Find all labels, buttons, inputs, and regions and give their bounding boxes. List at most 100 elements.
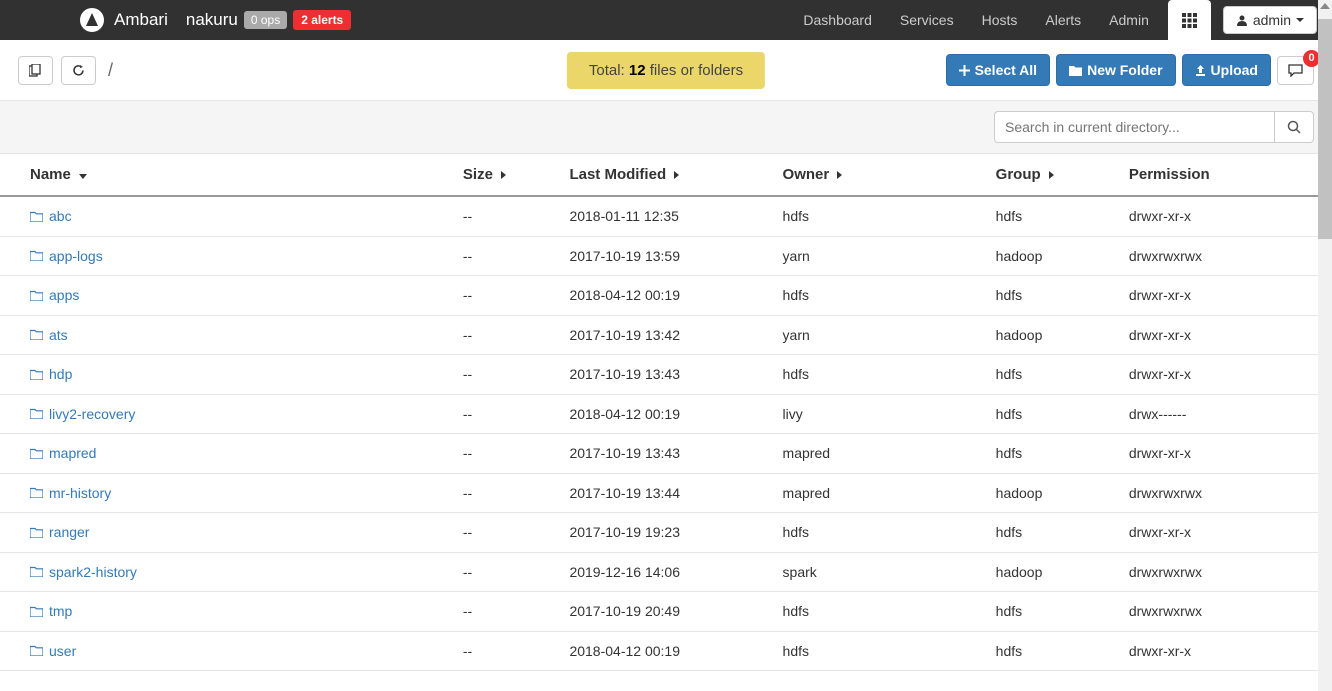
copy-button[interactable] [18,56,53,85]
folder-icon [30,408,43,419]
cell-permission: drwxr-xr-x [1119,513,1332,553]
table-row[interactable]: ats--2017-10-19 13:42yarnhadoopdrwxr-xr-… [0,315,1332,355]
table-row[interactable]: spark2-history--2019-12-16 14:06sparkhad… [0,552,1332,592]
alerts-badge[interactable]: 2 alerts [293,10,351,30]
file-name: mapred [49,445,96,461]
cell-owner: hdfs [773,355,986,395]
file-name: mr-history [49,485,111,501]
table-row[interactable]: app-logs--2017-10-19 13:59yarnhadoopdrwx… [0,236,1332,276]
file-name: apps [49,287,79,303]
cell-group: hadoop [986,315,1119,355]
nav-admin[interactable]: Admin [1096,2,1162,38]
folder-link[interactable]: mapred [30,445,96,461]
table-row[interactable]: ranger--2017-10-19 19:23hdfshdfsdrwxr-xr… [0,513,1332,553]
cell-size: -- [453,394,560,434]
file-name: abc [49,208,72,224]
folder-link[interactable]: ats [30,327,68,343]
table-row[interactable]: user--2018-04-12 00:19hdfshdfsdrwxr-xr-x [0,631,1332,671]
views-grid-button[interactable] [1168,0,1211,40]
nav-alerts[interactable]: Alerts [1032,2,1094,38]
table-row[interactable]: apps--2018-04-12 00:19hdfshdfsdrwxr-xr-x [0,276,1332,316]
cell-group: hdfs [986,631,1119,671]
folder-link[interactable]: tmp [30,603,72,619]
search-input[interactable] [994,111,1274,143]
cell-size: -- [453,276,560,316]
file-name: spark2-history [49,564,137,580]
refresh-button[interactable] [61,56,96,85]
cell-permission: drwx------ [1119,394,1332,434]
table-row[interactable]: mr-history--2017-10-19 13:44mapredhadoop… [0,473,1332,513]
ambari-logo-icon [80,8,104,32]
table-row[interactable]: abc--2018-01-11 12:35hdfshdfsdrwxr-xr-x [0,196,1332,236]
new-folder-button[interactable]: New Folder [1056,54,1175,86]
cell-modified: 2019-12-16 14:06 [559,552,772,592]
folder-link[interactable]: mr-history [30,485,111,501]
file-name: hdp [49,366,72,382]
cell-owner: yarn [773,236,986,276]
table-row[interactable]: tmp--2017-10-19 20:49hdfshdfsdrwxrwxrwx [0,592,1332,632]
upload-button[interactable]: Upload [1182,54,1271,86]
user-label: admin [1253,12,1291,28]
nav-right: Dashboard Services Hosts Alerts Admin ad… [790,0,1317,40]
col-name[interactable]: Name [0,154,453,196]
folder-link[interactable]: app-logs [30,248,103,264]
folder-link[interactable]: ranger [30,524,89,540]
cell-permission: drwxrwxrwx [1119,236,1332,276]
copy-icon [29,64,42,77]
col-owner[interactable]: Owner [773,154,986,196]
upload-icon [1195,65,1206,76]
file-name: user [49,643,76,659]
folder-icon [1069,65,1082,76]
cell-permission: drwxr-xr-x [1119,434,1332,474]
cell-owner: yarn [773,315,986,355]
breadcrumb[interactable]: / [108,60,113,81]
cell-permission: drwxrwxrwx [1119,473,1332,513]
cell-owner: spark [773,552,986,592]
folder-link[interactable]: livy2-recovery [30,406,135,422]
brand-label: Ambari [114,10,168,30]
col-modified[interactable]: Last Modified [559,154,772,196]
cluster-name[interactable]: nakuru [186,10,238,30]
cell-group: hdfs [986,394,1119,434]
chevron-right-icon [1049,171,1054,179]
search-button[interactable] [1274,111,1314,143]
plus-icon [959,65,970,76]
brand[interactable]: Ambari [80,8,168,32]
nav-services[interactable]: Services [887,2,967,38]
folder-link[interactable]: spark2-history [30,564,137,580]
cell-permission: drwxrwxrwx [1119,592,1332,632]
cell-owner: hdfs [773,592,986,632]
table-row[interactable]: mapred--2017-10-19 13:43mapredhdfsdrwxr-… [0,434,1332,474]
cell-group: hdfs [986,355,1119,395]
cell-modified: 2017-10-19 13:43 [559,434,772,474]
search-icon [1287,120,1301,134]
toolbar: / Total: 12 files or folders Select All … [0,40,1332,100]
folder-link[interactable]: apps [30,287,79,303]
folder-icon [30,211,43,222]
total-banner: Total: 12 files or folders [567,52,765,89]
nav-dashboard[interactable]: Dashboard [790,2,885,38]
page-scrollbar[interactable] [1318,0,1332,691]
cell-owner: mapred [773,473,986,513]
cell-owner: hdfs [773,631,986,671]
select-all-button[interactable]: Select All [946,54,1051,86]
cell-group: hadoop [986,552,1119,592]
table-row[interactable]: hdp--2017-10-19 13:43hdfshdfsdrwxr-xr-x [0,355,1332,395]
scroll-thumb[interactable] [1318,19,1332,239]
cell-modified: 2017-10-19 19:23 [559,513,772,553]
user-menu-button[interactable]: admin [1223,6,1317,34]
col-group[interactable]: Group [986,154,1119,196]
cell-modified: 2018-04-12 00:19 [559,631,772,671]
folder-link[interactable]: user [30,643,76,659]
ops-badge[interactable]: 0 ops [244,11,287,29]
folder-icon [30,369,43,380]
col-size[interactable]: Size [453,154,560,196]
folder-link[interactable]: abc [30,208,72,224]
cell-size: -- [453,513,560,553]
table-row[interactable]: livy2-recovery--2018-04-12 00:19livyhdfs… [0,394,1332,434]
col-permission: Permission [1119,154,1332,196]
nav-hosts[interactable]: Hosts [969,2,1031,38]
cell-owner: livy [773,394,986,434]
cell-modified: 2017-10-19 13:44 [559,473,772,513]
folder-link[interactable]: hdp [30,366,72,382]
